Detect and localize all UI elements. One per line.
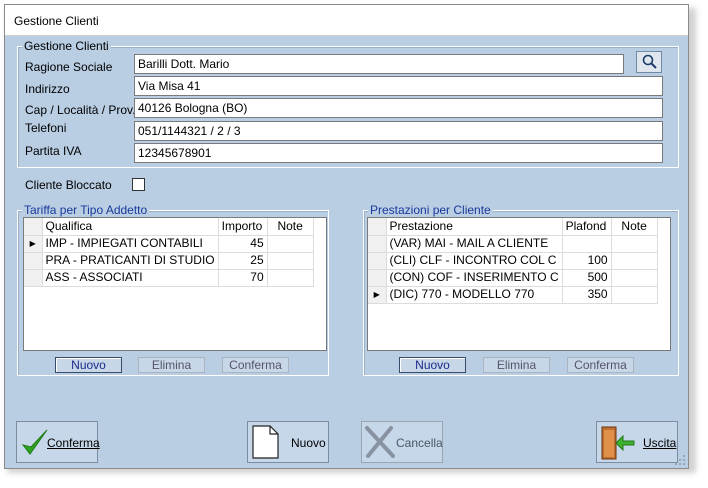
row-header-corner — [368, 218, 387, 236]
prestazione-cell[interactable]: (CON) COF - INSERIMENTO C — [386, 269, 563, 287]
resize-grip-icon[interactable] — [674, 454, 686, 466]
row-selector[interactable] — [368, 235, 387, 253]
indirizzo-field[interactable]: Via Misa 41 — [134, 76, 663, 96]
qualifica-cell[interactable]: PRA - PRATICANTI DI STUDIO — [42, 252, 219, 270]
plafond-cell[interactable]: 350 — [562, 286, 612, 304]
prestazioni-conferma-button[interactable]: Conferma — [567, 357, 634, 373]
cancella-label: Cancella — [396, 436, 443, 450]
table-row[interactable]: (VAR) MAI - MAIL A CLIENTE — [368, 235, 658, 253]
label-telefoni: Telefoni — [25, 121, 67, 135]
client-management-window: Gestione Clienti Gestione Clienti Ragion… — [4, 4, 689, 469]
checkmark-icon — [21, 429, 48, 455]
table-row[interactable]: PRA - PRATICANTI DI STUDIO 25 — [24, 252, 314, 270]
nuovo-label: Nuovo — [291, 436, 326, 450]
column-header-importo[interactable]: Importo — [218, 218, 268, 236]
column-header-note[interactable]: Note — [611, 218, 658, 236]
note-cell[interactable] — [267, 252, 314, 270]
window-title: Gestione Clienti — [14, 14, 99, 28]
prestazioni-grid[interactable]: Prestazione Plafond Note (VAR) MAI - MAI… — [367, 217, 671, 351]
uscita-label: Uscita — [643, 436, 677, 450]
table-row[interactable]: (CON) COF - INSERIMENTO C 500 — [368, 269, 658, 287]
column-header-plafond[interactable]: Plafond — [562, 218, 612, 236]
tariffa-conferma-button[interactable]: Conferma — [222, 357, 289, 373]
prestazione-cell[interactable]: (VAR) MAI - MAIL A CLIENTE — [386, 235, 563, 253]
row-selector[interactable] — [368, 252, 387, 270]
note-cell[interactable] — [611, 286, 658, 304]
partita-iva-field[interactable]: 12345678901 — [134, 143, 663, 163]
tariffa-elimina-button[interactable]: Elimina — [138, 357, 205, 373]
label-ragione-sociale: Ragione Sociale — [25, 60, 113, 74]
telefoni-field[interactable]: 051/1144321 / 2 / 3 — [134, 121, 663, 141]
delete-x-icon — [365, 426, 395, 458]
cancella-button[interactable]: Cancella — [361, 421, 443, 463]
row-selector[interactable] — [24, 252, 43, 270]
client-group-title: Gestione Clienti — [22, 39, 111, 53]
prestazione-cell[interactable]: (DIC) 770 - MODELLO 770 — [386, 286, 563, 304]
prestazione-cell[interactable]: (CLI) CLF - INCONTRO COL C — [386, 252, 563, 270]
table-row[interactable]: ▶ IMP - IMPIEGATI CONTABILI 45 — [24, 235, 314, 253]
exit-door-icon — [601, 426, 635, 460]
note-cell[interactable] — [611, 269, 658, 287]
importo-cell[interactable]: 45 — [218, 235, 268, 253]
title-bar: Gestione Clienti — [5, 5, 688, 36]
nuovo-button[interactable]: Nuovo — [247, 421, 329, 463]
column-header-prestazione[interactable]: Prestazione — [386, 218, 563, 236]
qualifica-cell[interactable]: ASS - ASSOCIATI — [42, 269, 219, 287]
conferma-button[interactable]: Conferma — [16, 421, 100, 463]
note-cell[interactable] — [267, 235, 314, 253]
ragione-sociale-field[interactable]: Barilli Dott. Mario — [134, 54, 624, 74]
label-indirizzo: Indirizzo — [25, 82, 70, 96]
note-cell[interactable] — [611, 252, 658, 270]
prestazioni-elimina-button[interactable]: Elimina — [483, 357, 550, 373]
uscita-button[interactable]: Uscita — [596, 421, 678, 463]
tariffa-header-row: Qualifica Importo Note — [24, 218, 314, 236]
column-header-note[interactable]: Note — [267, 218, 314, 236]
prestazioni-group-title: Prestazioni per Cliente — [368, 203, 493, 217]
note-cell[interactable] — [267, 269, 314, 287]
row-header-corner — [24, 218, 43, 236]
cliente-bloccato-checkbox[interactable] — [132, 178, 145, 191]
note-cell[interactable] — [611, 235, 658, 253]
tariffa-group-title: Tariffa per Tipo Addetto — [22, 203, 150, 217]
prestazioni-nuovo-button[interactable]: Nuovo — [399, 357, 466, 373]
row-selector-icon[interactable]: ▶ — [24, 235, 43, 253]
table-row[interactable]: ▶ (DIC) 770 - MODELLO 770 350 — [368, 286, 658, 304]
conferma-label: Conferma — [47, 436, 100, 450]
importo-cell[interactable]: 70 — [218, 269, 268, 287]
plafond-cell[interactable]: 500 — [562, 269, 612, 287]
tariffa-grid[interactable]: Qualifica Importo Note ▶ IMP - IMPIEGATI… — [23, 217, 327, 351]
table-row[interactable]: (CLI) CLF - INCONTRO COL C 100 — [368, 252, 658, 270]
row-selector-icon[interactable]: ▶ — [368, 286, 387, 304]
row-selector[interactable] — [368, 269, 387, 287]
label-cap-localita: Cap / Località / Prov. — [25, 103, 136, 117]
cap-localita-field[interactable]: 40126 Bologna (BO) — [134, 98, 663, 118]
importo-cell[interactable]: 25 — [218, 252, 268, 270]
row-selector[interactable] — [24, 269, 43, 287]
prestazioni-header-row: Prestazione Plafond Note — [368, 218, 658, 236]
plafond-cell[interactable]: 100 — [562, 252, 612, 270]
new-document-icon — [252, 425, 279, 459]
plafond-cell[interactable] — [562, 235, 612, 253]
qualifica-cell[interactable]: IMP - IMPIEGATI CONTABILI — [42, 235, 219, 253]
search-client-button[interactable] — [636, 51, 662, 73]
label-partita-iva: Partita IVA — [25, 144, 82, 158]
column-header-qualifica[interactable]: Qualifica — [42, 218, 219, 236]
label-cliente-bloccato: Cliente Bloccato — [25, 178, 112, 192]
table-row[interactable]: ASS - ASSOCIATI 70 — [24, 269, 314, 287]
search-icon — [642, 54, 657, 69]
tariffa-nuovo-button[interactable]: Nuovo — [55, 357, 122, 373]
